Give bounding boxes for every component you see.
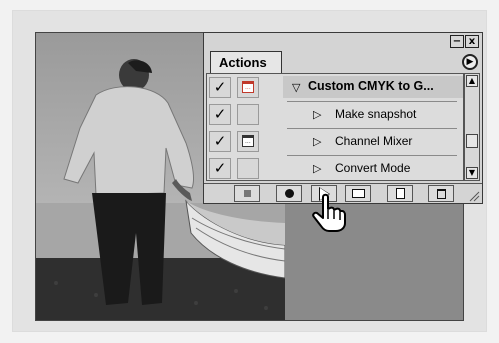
scroll-thumb[interactable] [466,134,478,148]
actions-panel: − x Actions ▶ ✓ ··· ▽ Custom CMYK to G..… [203,32,483,204]
triangle-right-icon[interactable]: ▷ [313,109,321,121]
resize-grip-icon[interactable] [468,190,480,202]
action-label: Make snapshot [335,107,417,121]
trash-icon [437,189,446,199]
minimize-button[interactable]: − [450,35,464,48]
toggle-item-checkbox[interactable]: ✓ [209,131,231,152]
close-button[interactable]: x [465,35,479,48]
folder-icon [352,189,365,198]
list-item[interactable]: ✓ ··· ▽ Custom CMYK to G... [207,74,463,101]
list-item[interactable]: ✓ ▷ Convert Mode [207,155,463,182]
toggle-dialog-cell[interactable]: ··· [237,77,259,98]
stop-button[interactable] [234,185,260,202]
stop-icon [244,190,251,197]
new-action-button[interactable] [387,185,413,202]
dialog-icon: ··· [242,135,254,147]
tab-actions[interactable]: Actions [210,51,282,73]
toggle-item-checkbox[interactable]: ✓ [209,104,231,125]
record-button[interactable] [276,185,302,202]
toggle-item-checkbox[interactable]: ✓ [209,77,231,98]
triangle-right-icon[interactable]: ▷ [313,136,321,148]
new-set-button[interactable] [345,185,371,202]
actions-list: ✓ ··· ▽ Custom CMYK to G... ✓ ▷ Make sna… [206,73,464,181]
panel-titlebar[interactable]: − x [204,33,482,51]
triangle-down-icon[interactable]: ▽ [292,82,300,94]
record-icon [285,189,294,198]
arrow-right-icon: ▶ [466,57,474,67]
scroll-down-arrow-icon[interactable]: ▼ [466,167,478,179]
list-item[interactable]: ✓ ··· ▷ Channel Mixer [207,128,463,155]
triangle-right-icon[interactable]: ▷ [313,163,321,175]
vertical-scrollbar[interactable]: ▲ ▼ [464,73,480,181]
scroll-up-arrow-icon[interactable]: ▲ [466,75,478,87]
delete-button[interactable] [428,185,454,202]
toggle-dialog-cell[interactable] [237,158,259,179]
new-action-icon [396,188,405,199]
action-label: Convert Mode [335,161,411,175]
panel-menu-button[interactable]: ▶ [462,54,478,70]
action-set-label: Custom CMYK to G... [308,79,434,93]
toggle-dialog-cell[interactable] [237,104,259,125]
hand-pointer-icon [312,193,346,232]
dialog-icon: ··· [242,81,254,93]
action-label: Channel Mixer [335,134,413,148]
toggle-dialog-cell[interactable]: ··· [237,131,259,152]
toggle-item-checkbox[interactable]: ✓ [209,158,231,179]
list-item[interactable]: ✓ ▷ Make snapshot [207,101,463,128]
